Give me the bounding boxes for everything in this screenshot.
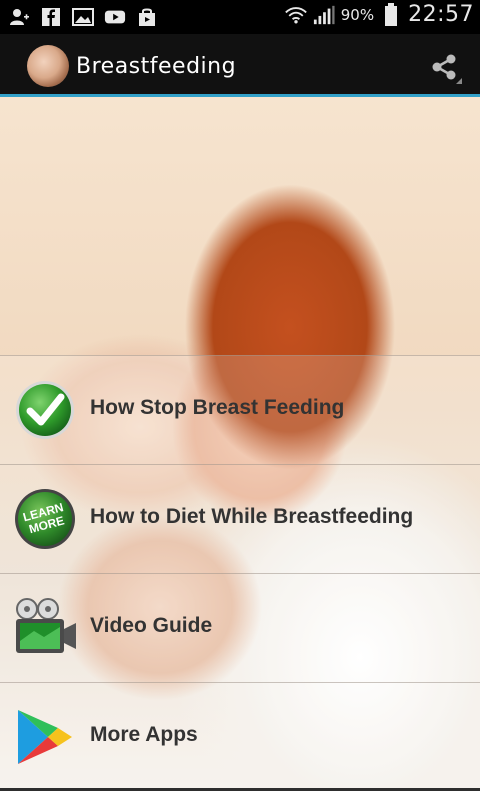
youtube-icon (104, 6, 126, 28)
checkmark-icon (14, 379, 76, 441)
app-logo[interactable] (27, 45, 69, 87)
menu-item-stop-breastfeeding[interactable]: How Stop Breast Feeding (0, 355, 480, 464)
person-add-icon (8, 6, 30, 28)
play-store-icon (14, 706, 76, 768)
learn-more-icon: LEARN MORE (14, 488, 76, 550)
clock: 22:57 (408, 2, 474, 27)
facebook-icon (40, 6, 62, 28)
share-icon[interactable] (428, 50, 462, 84)
app-title: Breastfeeding (76, 54, 237, 79)
store-icon (136, 6, 158, 28)
battery-percent: 90% (340, 5, 375, 24)
app-bar (0, 34, 480, 94)
image-icon (72, 6, 94, 28)
menu-item-video-guide[interactable]: Video Guide (0, 573, 480, 682)
menu-item-label: How Stop Breast Feeding (90, 396, 345, 419)
wifi-icon (284, 4, 307, 26)
main-menu: How Stop Breast Feeding LEARN MORE How t… (0, 355, 480, 791)
menu-item-diet[interactable]: LEARN MORE How to Diet While Breastfeedi… (0, 464, 480, 573)
battery-icon (380, 2, 402, 26)
video-camera-icon (14, 597, 76, 659)
menu-item-label: More Apps (90, 723, 198, 746)
menu-item-label: How to Diet While Breastfeeding (90, 505, 414, 528)
menu-item-label: Video Guide (90, 614, 213, 637)
status-bar: 90% 22:57 (0, 0, 480, 34)
menu-item-more-apps[interactable]: More Apps (0, 682, 480, 791)
signal-icon (313, 4, 335, 26)
